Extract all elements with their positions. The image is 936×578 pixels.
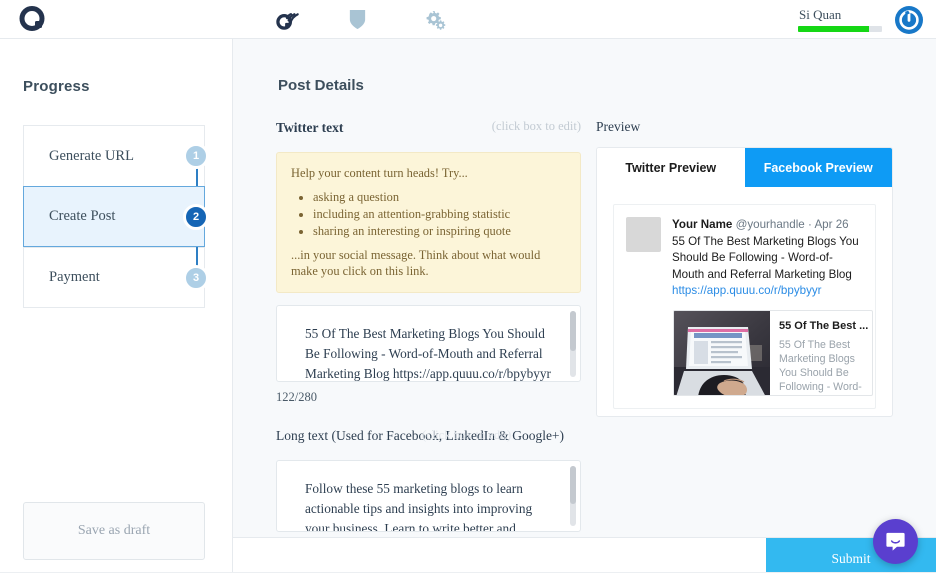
tip-bullet: including an attention-grabbing statisti…	[313, 206, 566, 222]
preview-avatar-placeholder	[626, 217, 661, 252]
save-as-draft-button[interactable]: Save as draft	[23, 502, 205, 560]
broadcast-q-icon[interactable]	[270, 4, 304, 34]
tip-bullet: sharing an interesting or inspiring quot…	[313, 223, 566, 239]
twitter-text-input[interactable]: 55 Of The Best Marketing Blogs You Shoul…	[276, 305, 581, 382]
gears-icon[interactable]	[418, 4, 452, 34]
preview-card: Twitter Preview Facebook Preview Your Na…	[596, 147, 893, 417]
preview-post-text: 55 Of The Best Marketing Blogs You Shoul…	[672, 234, 859, 281]
sidebar-step-payment[interactable]: Payment 3	[23, 247, 209, 308]
preview-title: Preview	[596, 119, 641, 134]
twitter-text-value: 55 Of The Best Marketing Blogs You Shoul…	[305, 326, 551, 381]
twitter-tip-box: Help your content turn heads! Try... ask…	[276, 152, 581, 293]
app-root: Si Quan Progress Generate URL 1 Create P…	[0, 0, 936, 578]
laptop-hands-photo-icon	[674, 310, 770, 395]
long-text-click-hint: (click box to edit)	[422, 428, 512, 442]
main-content: Post Details Twitter text (click box to …	[233, 39, 936, 537]
tip-bullet: asking a question	[313, 189, 566, 205]
shield-icon[interactable]	[340, 4, 374, 34]
click-to-edit-hint: (click box to edit)	[491, 119, 581, 133]
step-bullet-3: 3	[183, 264, 209, 291]
tip-bullet-list: asking a question including an attention…	[291, 189, 566, 239]
long-text-input[interactable]: Follow these 55 marketing blogs to learn…	[276, 460, 581, 532]
tab-twitter-preview[interactable]: Twitter Preview	[597, 148, 745, 187]
credit-bar	[798, 25, 882, 32]
preview-date: Apr 26	[814, 218, 849, 231]
long-text-scrollbar[interactable]	[570, 466, 576, 526]
preview-post-meta: Your Name @yourhandle · Apr 26	[672, 217, 863, 234]
sidebar-title: Progress	[23, 78, 90, 95]
page-title: Post Details	[278, 77, 364, 94]
sidebar-step-create-post[interactable]: Create Post 2	[23, 186, 209, 247]
top-bar: Si Quan	[0, 0, 936, 39]
sidebar-step-generate-url[interactable]: Generate URL 1	[23, 125, 209, 186]
preview-link-info: 55 Of The Best ... 55 Of The Best Market…	[770, 311, 872, 395]
preview-link-title: 55 Of The Best ...	[779, 319, 869, 332]
preview-link-card[interactable]: 55 Of The Best ... 55 Of The Best Market…	[673, 309, 873, 396]
long-text-label: Long text (Used for Facebook, LinkedIn &…	[276, 428, 565, 443]
bottom-strip	[0, 572, 936, 578]
post-fields-column: Twitter text (click box to edit) Help yo…	[276, 119, 581, 532]
progress-steps: Generate URL 1 Create Post 2 Payment 3	[23, 125, 209, 308]
quuu-q-logo-icon[interactable]	[19, 5, 47, 33]
tab-facebook-preview[interactable]: Facebook Preview	[744, 148, 892, 187]
user-name: Si Quan	[799, 6, 842, 22]
intercom-chat-icon[interactable]	[873, 519, 918, 564]
char-counter: 122/280	[276, 390, 317, 404]
twitter-text-scrollbar[interactable]	[570, 311, 576, 377]
preview-post: Your Name @yourhandle · Apr 26 55 Of The…	[613, 204, 876, 409]
preview-link-description: 55 Of The Best Marketing Blogs You Shoul…	[779, 338, 862, 393]
tip-outro: ...in your social message. Think about w…	[291, 248, 541, 278]
step-label: Create Post	[49, 208, 116, 224]
preview-tabs: Twitter Preview Facebook Preview	[597, 148, 892, 187]
step-label: Generate URL	[49, 147, 134, 164]
preview-column: Preview Twitter Preview Facebook Preview…	[596, 119, 893, 417]
twitter-text-header: Twitter text (click box to edit)	[276, 119, 581, 141]
credit-bar-fill	[798, 25, 870, 32]
tip-intro: Help your content turn heads! Try...	[291, 166, 468, 180]
user-meta: Si Quan	[798, 6, 882, 32]
step-bullet-2: 2	[183, 203, 209, 230]
preview-post-link[interactable]: https://app.quuu.co/r/bpybyyr	[672, 283, 863, 300]
twitter-text-label: Twitter text	[276, 120, 344, 135]
long-text-value: Follow these 55 marketing blogs to learn…	[305, 481, 533, 532]
preview-handle: @yourhandle	[735, 218, 805, 231]
step-label: Payment	[49, 269, 100, 285]
preview-post-row: Your Name @yourhandle · Apr 26 55 Of The…	[626, 217, 863, 300]
sidebar: Progress Generate URL 1 Create Post 2 Pa…	[0, 39, 233, 578]
preview-author-name: Your Name	[672, 218, 733, 231]
user-area[interactable]: Si Quan	[798, 0, 924, 39]
avatar[interactable]	[894, 5, 924, 35]
preview-post-body: Your Name @yourhandle · Apr 26 55 Of The…	[672, 217, 863, 300]
long-text-header: Long text (Used for Facebook, LinkedIn &…	[276, 427, 581, 449]
preview-separator: ·	[807, 218, 812, 231]
step-bullet-1: 1	[183, 143, 209, 169]
